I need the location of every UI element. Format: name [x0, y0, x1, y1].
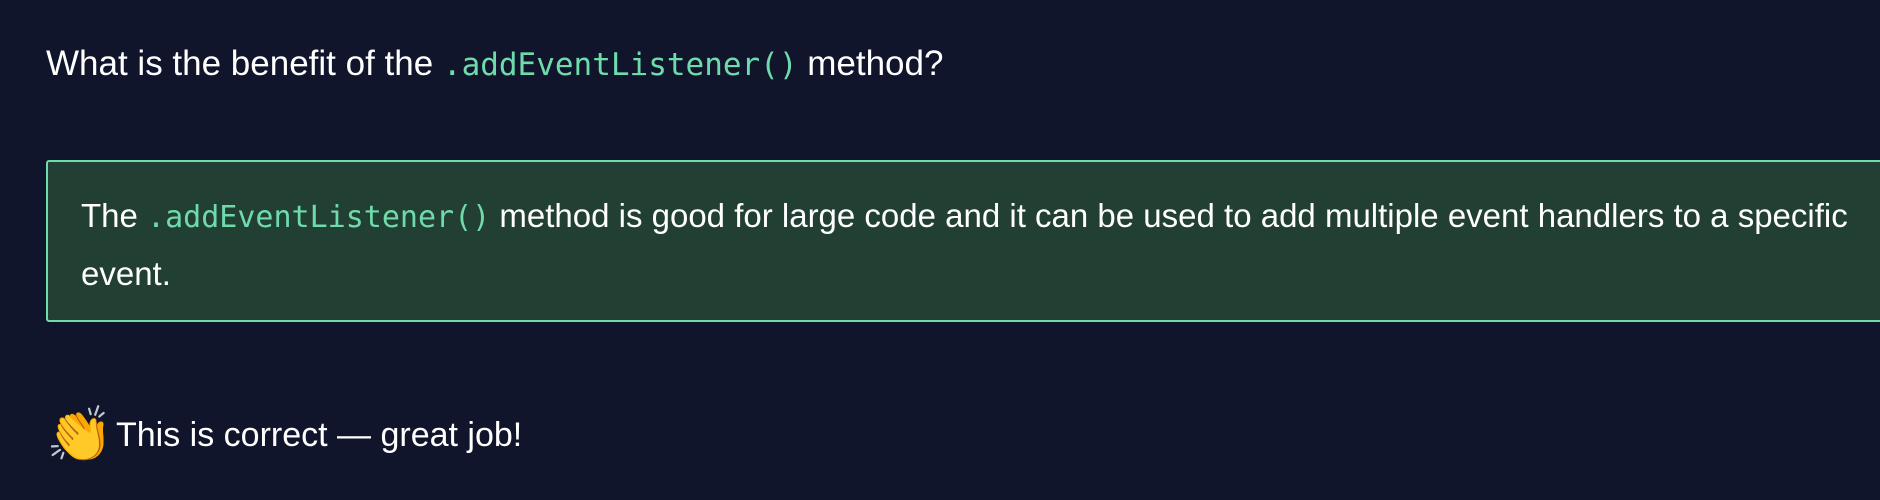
clapping-hands-icon: 👏 — [46, 403, 114, 466]
feedback-message: 👏 This is correct — great job! — [46, 402, 522, 468]
question-code: .addEventListener() — [442, 47, 798, 83]
question-text: What is the benefit of the .addEventList… — [46, 36, 943, 93]
question-prefix: What is the benefit of the — [46, 44, 443, 83]
answer-prefix: The — [81, 197, 148, 234]
feedback-text: This is correct — great job! — [116, 415, 523, 454]
answer-code: .addEventListener() — [147, 200, 491, 235]
answer-text: The .addEventListener() method is good f… — [81, 188, 1880, 302]
selected-answer-option[interactable]: The .addEventListener() method is good f… — [46, 160, 1880, 322]
question-suffix: method? — [797, 44, 944, 83]
